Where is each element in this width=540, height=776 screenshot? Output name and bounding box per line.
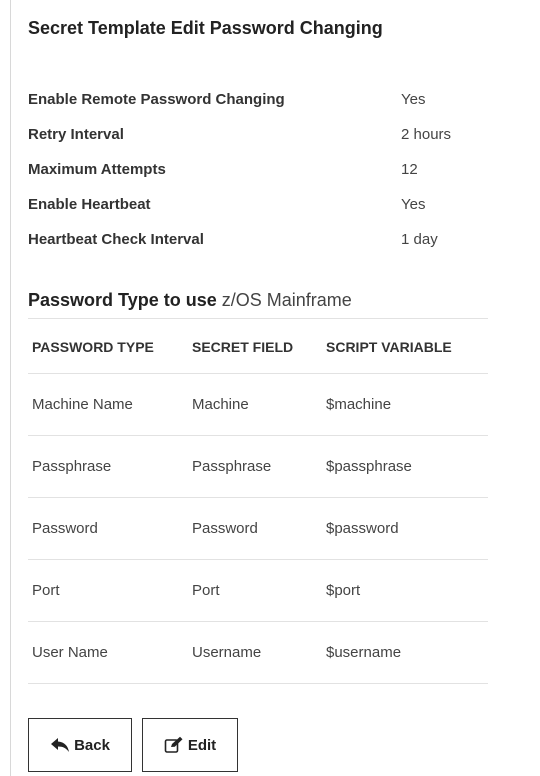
cell-secret-field: Passphrase bbox=[192, 458, 272, 475]
cell-password-type: Port bbox=[32, 582, 60, 599]
edit-button-label: Edit bbox=[187, 736, 217, 754]
cell-script-variable: $passphrase bbox=[326, 458, 412, 475]
panel-left-border bbox=[10, 0, 11, 776]
property-value: 2 hours bbox=[401, 126, 452, 143]
column-header-script-variable: SCRIPT VARIABLE bbox=[326, 339, 452, 355]
table-row: Machine Name Machine $machine bbox=[28, 374, 488, 436]
property-label: Enable Remote Password Changing bbox=[28, 91, 285, 108]
property-row-enable-heartbeat: Enable Heartbeat Yes bbox=[28, 193, 498, 228]
property-row-maximum-attempts: Maximum Attempts 12 bbox=[28, 158, 498, 193]
table-row: Port Port $port bbox=[28, 560, 488, 622]
column-header-secret-field: SECRET FIELD bbox=[192, 339, 294, 355]
property-label: Heartbeat Check Interval bbox=[28, 231, 204, 248]
back-button[interactable]: Back bbox=[28, 718, 132, 772]
cell-script-variable: $port bbox=[326, 582, 361, 599]
back-button-label: Back bbox=[74, 736, 110, 754]
property-row-enable-rpc: Enable Remote Password Changing Yes bbox=[28, 88, 498, 123]
property-label: Maximum Attempts bbox=[28, 161, 166, 178]
cell-script-variable: $username bbox=[326, 644, 402, 661]
edit-button[interactable]: Edit bbox=[142, 718, 238, 772]
password-type-heading: Password Type to use z/OS Mainframe bbox=[28, 290, 352, 311]
cell-password-type: Passphrase bbox=[32, 458, 112, 475]
cell-secret-field: Port bbox=[192, 582, 220, 599]
reply-arrow-icon bbox=[51, 738, 70, 752]
table-header-row: PASSWORD TYPE SECRET FIELD SCRIPT VARIAB… bbox=[28, 319, 488, 374]
cell-password-type: User Name bbox=[32, 644, 108, 661]
column-header-password-type: PASSWORD TYPE bbox=[32, 339, 154, 355]
table-row: User Name Username $username bbox=[28, 622, 488, 684]
table-row: Passphrase Passphrase $passphrase bbox=[28, 436, 488, 498]
properties-list: Enable Remote Password Changing Yes Retr… bbox=[28, 88, 498, 263]
cell-password-type: Machine Name bbox=[32, 396, 133, 413]
property-row-heartbeat-check-interval: Heartbeat Check Interval 1 day bbox=[28, 228, 498, 263]
cell-password-type: Password bbox=[32, 520, 98, 537]
property-row-retry-interval: Retry Interval 2 hours bbox=[28, 123, 498, 158]
property-label: Retry Interval bbox=[28, 126, 124, 143]
password-type-value: z/OS Mainframe bbox=[221, 290, 352, 310]
password-type-table: PASSWORD TYPE SECRET FIELD SCRIPT VARIAB… bbox=[28, 318, 488, 684]
cell-secret-field: Username bbox=[192, 644, 262, 661]
property-value: Yes bbox=[401, 196, 426, 213]
cell-script-variable: $machine bbox=[326, 396, 392, 413]
cell-script-variable: $password bbox=[326, 520, 399, 537]
cell-secret-field: Machine bbox=[192, 396, 249, 413]
page-title: Secret Template Edit Password Changing bbox=[28, 18, 383, 38]
property-value: 12 bbox=[401, 161, 418, 178]
edit-icon bbox=[164, 736, 183, 753]
password-type-heading-label: Password Type to use bbox=[28, 290, 217, 310]
cell-secret-field: Password bbox=[192, 520, 258, 537]
property-value: Yes bbox=[401, 91, 426, 108]
property-value: 1 day bbox=[401, 231, 438, 248]
table-row: Password Password $password bbox=[28, 498, 488, 560]
property-label: Enable Heartbeat bbox=[28, 196, 151, 213]
